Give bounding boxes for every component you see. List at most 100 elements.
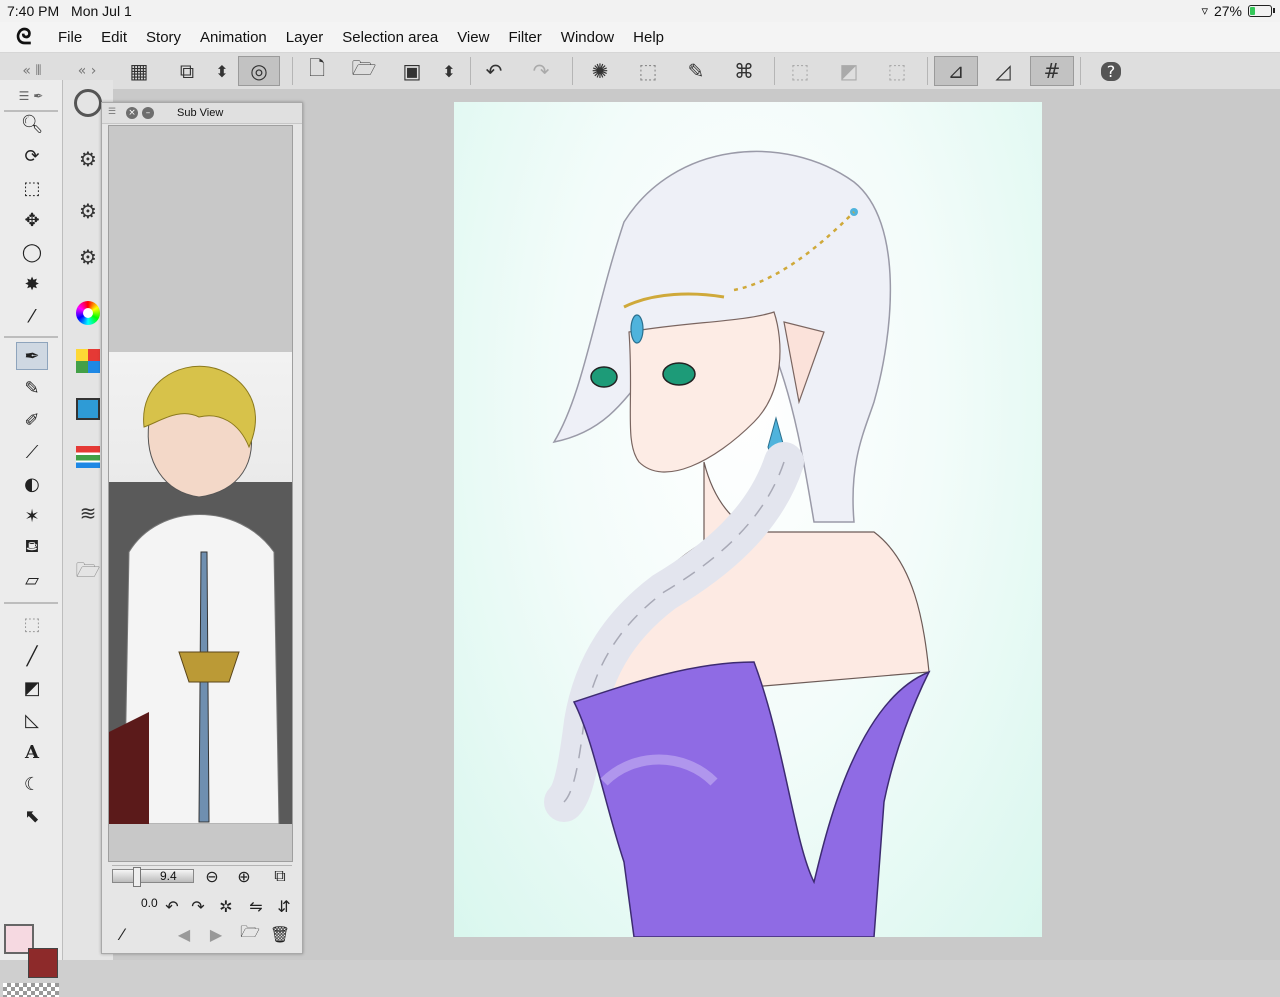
balloon-tool-icon[interactable]: ☾: [16, 770, 48, 798]
status-bar: 7:40 PM Mon Jul 1 ▿ 27%: [0, 0, 1280, 22]
tool-settings-icon[interactable]: ⚙: [73, 242, 103, 272]
new-file-icon[interactable]: 🗋: [300, 56, 334, 86]
transparent-color-swatch[interactable]: [3, 983, 59, 997]
app-logo-icon[interactable]: ᘓ: [16, 25, 46, 50]
correct-line-tool-icon[interactable]: ⬉: [16, 802, 48, 830]
object-tool-icon[interactable]: ⬚: [16, 174, 48, 202]
pen-tool-icon[interactable]: ✒: [16, 342, 48, 370]
selection-border-icon[interactable]: ⬚: [880, 56, 914, 86]
fit-window-icon[interactable]: ⧉: [268, 865, 292, 887]
sparkle-icon[interactable]: ✺: [583, 56, 617, 86]
command-bar: « ⦀ « › ▦ ⧉ ⬍ ◎ 🗋 🗁 ▣ ⬍ ↶ ↷ ✺ ⬚ ✎ ⌘ ⬚ ◩ …: [0, 53, 1280, 90]
sub-view-titlebar[interactable]: ☰ × – Sub View: [102, 103, 302, 124]
transform-icon[interactable]: ⬚: [631, 56, 665, 86]
help-icon[interactable]: ?: [1088, 56, 1134, 86]
status-right: ▿ 27%: [1201, 3, 1275, 19]
sub-color-swatch[interactable]: [28, 948, 58, 978]
rotate-right-icon[interactable]: ↷: [186, 895, 210, 917]
canvas[interactable]: [454, 102, 1042, 937]
battery-icon: [1248, 5, 1275, 17]
rotate-tool-icon[interactable]: ⟳: [16, 142, 48, 170]
line-tool-icon[interactable]: ╱: [16, 642, 48, 670]
sub-view-body: [108, 125, 293, 862]
snap-special-ruler-icon[interactable]: ◿: [986, 56, 1020, 86]
eyedropper-icon-sub[interactable]: ⁄: [110, 923, 134, 945]
zoom-out-icon[interactable]: ⊖: [200, 865, 224, 887]
flip-horizontal-icon[interactable]: ⇋: [244, 895, 268, 917]
wifi-icon: ▿: [1201, 3, 1208, 19]
tool-panel-header-icon[interactable]: ☰ ✒: [4, 82, 58, 110]
menu-animation[interactable]: Animation: [200, 29, 267, 46]
battery-percent: 27%: [1213, 3, 1242, 19]
brush-tool-icon[interactable]: ✐: [16, 406, 48, 434]
color-wheel-icon[interactable]: [73, 298, 103, 328]
up-down-icon-2[interactable]: ⬍: [432, 56, 466, 86]
pencil-tool-icon[interactable]: ✎: [16, 374, 48, 402]
delete-image-icon[interactable]: 🗑: [268, 923, 292, 945]
menu-story[interactable]: Story: [146, 29, 181, 46]
text-tool-icon[interactable]: A: [16, 738, 48, 766]
tool-panel: ☰ ✒ 🔍︎ ⟳ ⬚ ✥ ◯ ✸ ⁄ ✒ ✎ ✐ ⟋ ◐ ✶ ⛾ ▱ ⬚ ╱ ◩…: [0, 80, 63, 997]
invert-selection-icon[interactable]: ◩: [832, 56, 866, 86]
undo-icon[interactable]: ↶: [477, 56, 511, 86]
brush-size-icon[interactable]: ⚙: [73, 196, 103, 226]
move-tool-icon[interactable]: ✥: [16, 206, 48, 234]
navigator-icon[interactable]: [73, 88, 103, 118]
up-down-icon[interactable]: ⬍: [205, 56, 239, 86]
animation-timeline-icon[interactable]: [73, 394, 103, 424]
flip-vertical-icon[interactable]: ⇵: [272, 895, 296, 917]
snap-grid-icon[interactable]: #: [1030, 56, 1074, 86]
zoom-in-icon[interactable]: ⊕: [232, 865, 256, 887]
next-image-icon[interactable]: ▶: [204, 923, 228, 945]
save-icon[interactable]: ▣: [395, 56, 429, 86]
eraser-selection-icon[interactable]: ✎: [679, 56, 713, 86]
lasso-selection-icon[interactable]: ◯: [16, 238, 48, 266]
magic-wand-icon[interactable]: ✸: [16, 270, 48, 298]
eyedropper-icon[interactable]: ⁄: [16, 302, 48, 330]
lasso-icon[interactable]: ◎: [238, 56, 280, 86]
deselect-icon[interactable]: ⬚: [783, 56, 817, 86]
fill-tool-icon[interactable]: ⛾: [16, 534, 48, 562]
panel-menu-icon[interactable]: ☰: [108, 106, 116, 117]
menu-filter[interactable]: Filter: [508, 29, 541, 46]
grid-icon[interactable]: ▦: [122, 56, 156, 86]
rotate-left-icon[interactable]: ↶: [160, 895, 184, 917]
settings-layers-icon[interactable]: ⧉: [170, 56, 204, 86]
zoom-value: 9.4: [160, 869, 177, 883]
ruler-tool-icon[interactable]: ◺: [16, 706, 48, 734]
reference-image[interactable]: [109, 352, 292, 824]
airbrush-icon[interactable]: ⟋: [16, 438, 48, 466]
color-history-icon[interactable]: [73, 442, 103, 472]
close-icon[interactable]: ×: [126, 107, 138, 119]
snap-ruler-icon[interactable]: ⊿: [934, 56, 978, 86]
zoom-slider[interactable]: [112, 867, 194, 887]
previous-image-icon[interactable]: ◀: [172, 923, 196, 945]
menu-layer[interactable]: Layer: [286, 29, 324, 46]
status-date: Mon Jul 1: [71, 3, 132, 19]
tool-property-icon[interactable]: ⚙: [73, 144, 103, 174]
eraser-tool-icon[interactable]: ▱: [16, 566, 48, 594]
sub-view-title: Sub View: [177, 107, 224, 119]
menu-help[interactable]: Help: [633, 29, 664, 46]
zoom-tool-icon[interactable]: 🔍︎: [16, 110, 48, 138]
open-folder-icon[interactable]: 🗁: [347, 56, 381, 86]
reset-rotation-icon[interactable]: ✲: [214, 895, 238, 917]
layer-icon[interactable]: ≋: [73, 498, 103, 528]
menu-selection-area[interactable]: Selection area: [342, 29, 438, 46]
decoration-tool-icon[interactable]: ✶: [16, 502, 48, 530]
import-image-icon[interactable]: 🗁: [238, 922, 262, 945]
minimize-icon[interactable]: –: [142, 107, 154, 119]
crop-icon[interactable]: ⌘: [727, 56, 761, 86]
gradient-tool-icon[interactable]: ◩: [16, 674, 48, 702]
menu-window[interactable]: Window: [561, 29, 614, 46]
material-icon[interactable]: 🗁: [73, 558, 103, 588]
menu-file[interactable]: File: [58, 29, 82, 46]
menu-bar: ᘓ File Edit Story Animation Layer Select…: [0, 22, 1280, 53]
menu-view[interactable]: View: [457, 29, 489, 46]
redo-icon[interactable]: ↷: [524, 56, 558, 86]
color-set-icon[interactable]: [73, 346, 103, 376]
frame-tool-icon[interactable]: ⬚: [16, 610, 48, 638]
blend-tool-icon[interactable]: ◐: [16, 470, 48, 498]
menu-edit[interactable]: Edit: [101, 29, 127, 46]
status-time: 7:40 PM: [7, 3, 60, 19]
